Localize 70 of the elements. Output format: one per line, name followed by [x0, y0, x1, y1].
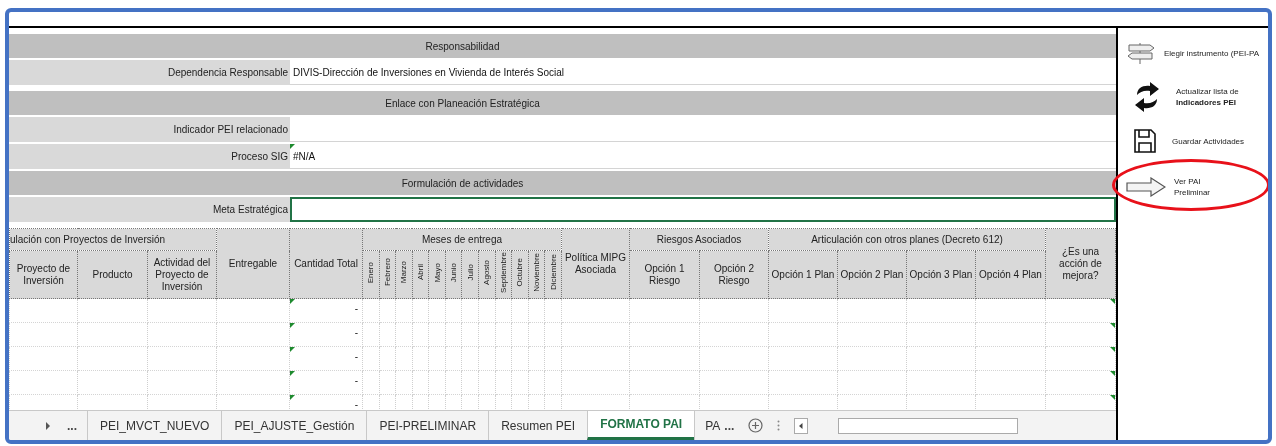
arrow-icon	[1126, 177, 1166, 197]
refresh-icon	[1134, 82, 1160, 112]
group-header: Articulación con otros planes (Decreto 612)	[768, 228, 1046, 251]
month-header: Junio	[449, 262, 459, 283]
column-header: Cantidad Total	[289, 228, 363, 299]
action-label: Guardar Actividades	[1172, 135, 1245, 147]
field-label: Meta Estratégica	[9, 197, 290, 222]
action-button[interactable]: Guardar Actividades	[1126, 124, 1245, 158]
field-value[interactable]: #N/A	[290, 144, 1116, 169]
group-header: Riesgos Asociados	[629, 228, 769, 251]
column-header: Opción 1 Plan	[768, 250, 838, 299]
month-header: Mayo	[432, 262, 442, 283]
table-cell: -	[354, 303, 358, 314]
scroll-left-icon[interactable]	[794, 417, 809, 434]
column-header: Entregable	[216, 228, 290, 299]
field-label: Indicador PEI relacionado	[9, 117, 290, 142]
column-header: Política MIPG Asociada	[561, 228, 630, 299]
month-header: Enero	[366, 261, 376, 284]
column-header: Opción 4 Plan	[975, 250, 1046, 299]
group-header: Meses de entrega	[362, 228, 562, 251]
month-header: Septiembre	[498, 252, 508, 293]
section-title: Formulación de actividades	[401, 176, 524, 191]
month-header: Agosto	[482, 260, 492, 285]
month-header: Noviembre	[532, 253, 542, 292]
column-header: Actividad del Proyecto de Inversión	[147, 250, 217, 299]
month-header: Abril	[416, 264, 425, 281]
splitter-icon[interactable]	[777, 420, 781, 431]
field-value[interactable]: DIVIS-Dirección de Inversiones en Vivienda de Interés Social	[290, 60, 1116, 85]
sheet-tab[interactable]: FORMATO PAI	[587, 411, 695, 440]
action-label: Preliminar	[1174, 187, 1210, 198]
column-header: Proyecto de Inversión	[9, 250, 78, 299]
scrollbar-thumb[interactable]	[838, 417, 1019, 434]
field-label: Proceso SIG	[9, 144, 290, 169]
more-sheets-button[interactable]: ...	[67, 416, 77, 435]
month-header: Julio	[465, 264, 475, 281]
action-label: Elegir instrumento (PEI-PA	[1164, 47, 1259, 59]
sheet-tab[interactable]: PEI_MVCT_NUEVO	[87, 411, 222, 440]
save-icon	[1134, 129, 1156, 153]
action-label: Ver PAI	[1174, 176, 1202, 187]
table-cell: -	[354, 351, 358, 362]
month-header: Octubre	[515, 258, 525, 287]
sheet-tab[interactable]: PEI-PRELIMINAR	[366, 411, 489, 440]
more-sheets-button[interactable]: ...	[724, 416, 735, 435]
action-button[interactable]: Ver PAI Preliminar	[1126, 170, 1210, 204]
month-header: Febrero	[382, 258, 392, 287]
action-label: Indicadores PEI	[1176, 97, 1238, 108]
column-header: Opción 1 Riesgo	[629, 250, 700, 299]
action-label: Actualizar lista de	[1176, 86, 1239, 97]
table-cell: -	[354, 327, 358, 338]
group-header: ulación con Proyectos de Inversión	[9, 228, 217, 251]
field-value[interactable]	[290, 197, 1116, 222]
sheet-tab[interactable]: PA	[694, 411, 723, 440]
table-cell: -	[354, 399, 358, 410]
signpost-icon	[1126, 41, 1156, 65]
section-title: Enlace con Planeación Estratégica	[385, 96, 540, 111]
field-label: Dependencia Responsable	[9, 60, 290, 85]
column-header: Opción 3 Plan	[906, 250, 976, 299]
add-sheet-icon[interactable]	[748, 418, 764, 433]
column-header: Producto	[77, 250, 148, 299]
section-title: Responsabilidad	[425, 39, 500, 54]
action-button[interactable]: Actualizar lista de Indicadores PEI	[1126, 80, 1239, 114]
next-sheet-icon[interactable]	[45, 421, 51, 430]
column-header: ¿Es una acción de mejora?	[1045, 228, 1116, 299]
column-header: Opción 2 Plan	[837, 250, 907, 299]
table-cell: -	[354, 375, 358, 386]
sheet-tab[interactable]: PEI_AJUSTE_Gestión	[221, 411, 367, 440]
action-button[interactable]: Elegir instrumento (PEI-PA	[1126, 36, 1259, 70]
month-header: Diciembre	[548, 254, 558, 291]
column-header: Opción 2 Riesgo	[699, 250, 769, 299]
month-header: Marzo	[399, 261, 409, 284]
